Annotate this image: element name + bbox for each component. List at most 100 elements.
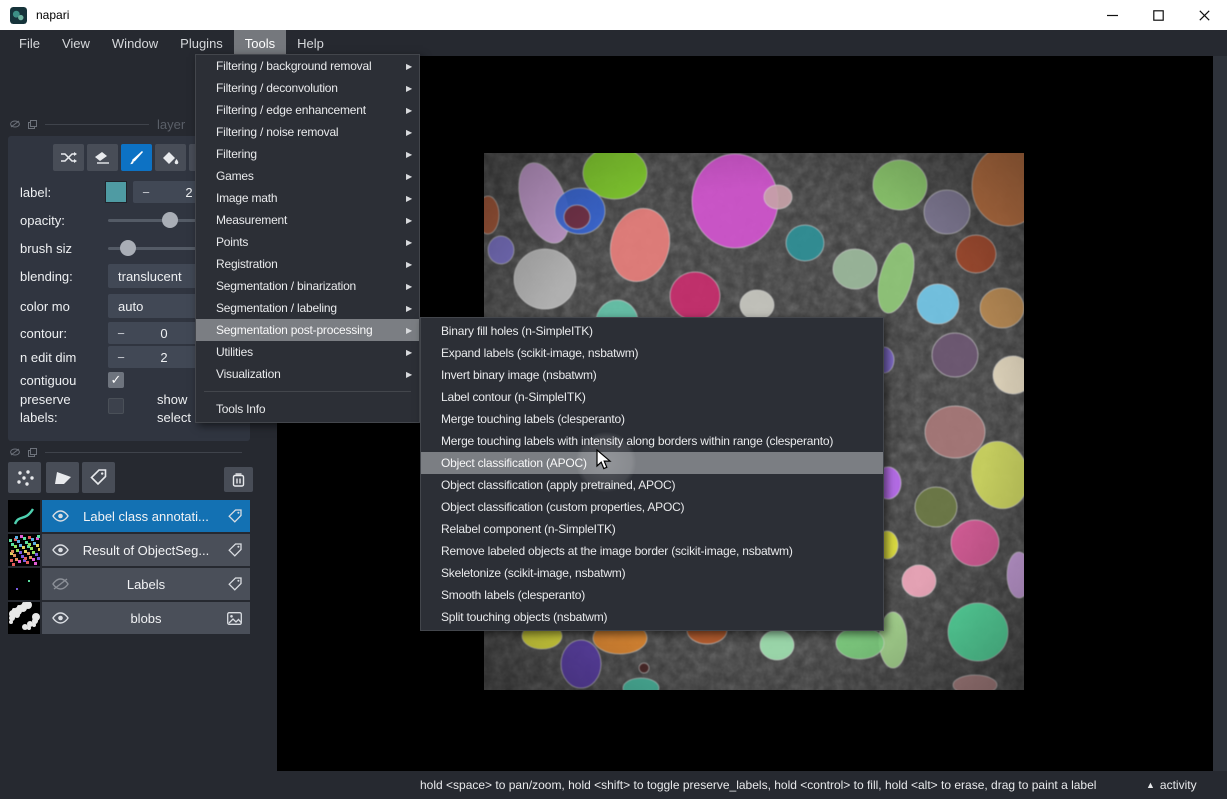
brush-size-label: brush siz bbox=[20, 241, 106, 256]
layer-row[interactable]: Result of ObjectSeg... bbox=[8, 534, 250, 566]
submenu-item[interactable]: Smooth labels (clesperanto) bbox=[421, 584, 883, 606]
menubar-item-view[interactable]: View bbox=[51, 30, 101, 56]
menu-item-label: Expand labels (scikit-image, nsbatwm) bbox=[441, 346, 638, 360]
contiguous-label: contiguou bbox=[20, 373, 106, 388]
panel-float-icon[interactable] bbox=[28, 120, 37, 129]
menubar-item-plugins[interactable]: Plugins bbox=[169, 30, 234, 56]
menu-item-label: Registration bbox=[216, 257, 278, 271]
layer-visibility-eye-icon[interactable] bbox=[52, 612, 69, 624]
menu-item-label: Visualization bbox=[216, 367, 281, 381]
panel-hide-icon[interactable] bbox=[10, 448, 20, 456]
tools-menu-item[interactable]: Filtering / background removal▶ bbox=[196, 55, 419, 77]
napari-window: napari FileViewWindowPluginsToolsHelp la bbox=[0, 0, 1227, 799]
tools-menu-item[interactable]: Measurement▶ bbox=[196, 209, 419, 231]
submenu-item[interactable]: Skeletonize (scikit-image, nsbatwm) bbox=[421, 562, 883, 584]
blending-label: blending: bbox=[20, 269, 106, 284]
submenu-arrow-icon: ▶ bbox=[406, 128, 412, 137]
menu-item-label: Filtering / noise removal bbox=[216, 125, 338, 139]
panel-float-icon[interactable] bbox=[28, 448, 37, 457]
shuffle-colors-button[interactable] bbox=[53, 144, 84, 171]
menubar-item-help[interactable]: Help bbox=[286, 30, 335, 56]
label-color-swatch[interactable] bbox=[105, 181, 127, 203]
tools-menu-item[interactable]: Utilities▶ bbox=[196, 341, 419, 363]
submenu-item[interactable]: Object classification (APOC) bbox=[421, 452, 883, 474]
submenu-item[interactable]: Remove labeled objects at the image bord… bbox=[421, 540, 883, 562]
menubar-item-window[interactable]: Window bbox=[101, 30, 169, 56]
submenu-item[interactable]: Merge touching labels (clesperanto) bbox=[421, 408, 883, 430]
layer-visibility-eye-icon[interactable] bbox=[52, 510, 69, 522]
tools-menu-item[interactable]: Segmentation / labeling▶ bbox=[196, 297, 419, 319]
submenu-item[interactable]: Label contour (n-SimpleITK) bbox=[421, 386, 883, 408]
contiguous-checkbox[interactable]: ✓ bbox=[108, 372, 124, 388]
menubar-item-tools[interactable]: Tools bbox=[234, 30, 286, 56]
opacity-label: opacity: bbox=[20, 213, 106, 228]
submenu-arrow-icon: ▶ bbox=[406, 216, 412, 225]
tools-menu-item[interactable]: Segmentation / binarization▶ bbox=[196, 275, 419, 297]
new-shapes-layer-button[interactable] bbox=[46, 462, 79, 493]
layer-tag-icon bbox=[228, 577, 242, 591]
tools-menu-item[interactable]: Games▶ bbox=[196, 165, 419, 187]
delete-layer-button[interactable] bbox=[224, 467, 253, 492]
submenu-item[interactable]: Expand labels (scikit-image, nsbatwm) bbox=[421, 342, 883, 364]
window-title: napari bbox=[36, 8, 69, 22]
close-button[interactable] bbox=[1181, 0, 1227, 30]
contour-value: 0 bbox=[134, 326, 194, 341]
submenu-item[interactable]: Split touching objects (nsbatwm) bbox=[421, 606, 883, 628]
panel-hide-icon[interactable] bbox=[10, 120, 20, 128]
activity-toggle[interactable]: ▲ activity bbox=[1146, 778, 1197, 792]
menu-item-label: Segmentation post-processing bbox=[216, 323, 373, 337]
tools-menu-item[interactable]: Filtering▶ bbox=[196, 143, 419, 165]
contour-decrement[interactable]: − bbox=[108, 326, 134, 341]
menu-item-label: Skeletonize (scikit-image, nsbatwm) bbox=[441, 566, 625, 580]
mouse-cursor-icon bbox=[596, 449, 612, 471]
menu-item-label: Object classification (APOC) bbox=[441, 456, 587, 470]
layer-visibility-eye-off-icon[interactable] bbox=[52, 578, 69, 590]
layer-visibility-eye-icon[interactable] bbox=[52, 544, 69, 556]
layer-name: Label class annotati... bbox=[42, 509, 250, 524]
tools-info-menu-item[interactable]: Tools Info bbox=[196, 398, 419, 420]
menu-bar: FileViewWindowPluginsToolsHelp bbox=[0, 30, 1227, 56]
tools-menu-item[interactable]: Filtering / deconvolution▶ bbox=[196, 77, 419, 99]
minimize-button[interactable] bbox=[1089, 0, 1135, 30]
n-edit-dim-label: n edit dim bbox=[20, 350, 106, 365]
submenu-item[interactable]: Relabel component (n-SimpleITK) bbox=[421, 518, 883, 540]
submenu-item[interactable]: Merge touching labels with intensity alo… bbox=[421, 430, 883, 452]
menu-item-label: Filtering / deconvolution bbox=[216, 81, 338, 95]
napari-logo-icon bbox=[10, 7, 27, 24]
tools-menu-item[interactable]: Visualization▶ bbox=[196, 363, 419, 385]
menu-item-label: Relabel component (n-SimpleITK) bbox=[441, 522, 616, 536]
tools-menu-item[interactable]: Registration ▶ bbox=[196, 253, 419, 275]
menu-item-label: Image math bbox=[216, 191, 277, 205]
layer-row[interactable]: Label class annotati... bbox=[8, 500, 250, 532]
tools-menu-item[interactable]: Image math▶ bbox=[196, 187, 419, 209]
submenu-arrow-icon: ▶ bbox=[406, 106, 412, 115]
menu-item-label: Smooth labels (clesperanto) bbox=[441, 588, 585, 602]
maximize-button[interactable] bbox=[1135, 0, 1181, 30]
submenu-item[interactable]: Binary fill holes (n-SimpleITK) bbox=[421, 320, 883, 342]
tools-menu-item[interactable]: Segmentation post-processing▶ bbox=[196, 319, 419, 341]
menu-item-label: Object classification (custom properties… bbox=[441, 500, 684, 514]
submenu-arrow-icon: ▶ bbox=[406, 150, 412, 159]
preserve-labels-checkbox[interactable] bbox=[108, 398, 124, 414]
tools-menu-item[interactable]: Filtering / edge enhancement▶ bbox=[196, 99, 419, 121]
new-points-layer-button[interactable] bbox=[8, 462, 41, 493]
submenu-item[interactable]: Object classification (apply pretrained,… bbox=[421, 474, 883, 496]
layer-row[interactable]: blobs bbox=[8, 602, 250, 634]
new-labels-layer-button[interactable] bbox=[82, 462, 115, 493]
n-edit-dim-decrement[interactable]: − bbox=[108, 350, 134, 365]
activity-expand-icon: ▲ bbox=[1146, 780, 1155, 790]
contour-label: contour: bbox=[20, 326, 106, 341]
tools-menu-item[interactable]: Filtering / noise removal ▶ bbox=[196, 121, 419, 143]
submenu-item[interactable]: Object classification (custom properties… bbox=[421, 496, 883, 518]
submenu-arrow-icon: ▶ bbox=[406, 260, 412, 269]
paint-button[interactable] bbox=[121, 144, 152, 171]
title-bar[interactable]: napari bbox=[0, 0, 1227, 30]
erase-button[interactable] bbox=[87, 144, 118, 171]
layer-row[interactable]: Labels bbox=[8, 568, 250, 600]
submenu-arrow-icon: ▶ bbox=[406, 62, 412, 71]
tools-menu-item[interactable]: Points▶ bbox=[196, 231, 419, 253]
submenu-item[interactable]: Invert binary image (nsbatwm) bbox=[421, 364, 883, 386]
label-decrement[interactable]: − bbox=[133, 185, 159, 200]
fill-button[interactable] bbox=[155, 144, 186, 171]
menubar-item-file[interactable]: File bbox=[8, 30, 51, 56]
